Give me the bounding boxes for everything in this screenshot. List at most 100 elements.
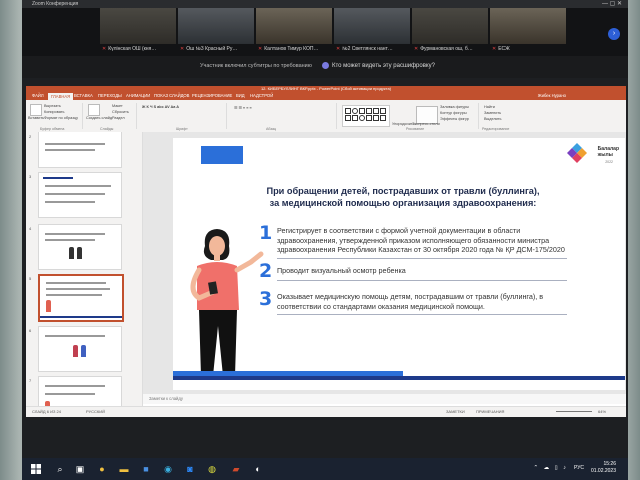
app-icon[interactable]: ◐ — [252, 463, 264, 475]
navy-bottom-bar — [173, 376, 625, 380]
participant-video[interactable] — [334, 8, 410, 44]
mic-muted-icon: ✕ — [492, 46, 497, 52]
zoom-window-title: Zoom Конференция — [32, 1, 79, 7]
divider — [277, 280, 567, 281]
cut-button[interactable]: Вырезать — [44, 104, 61, 108]
participant-name: ✕ Калтанов Тимур КОП… — [258, 46, 319, 52]
ribbon-separator — [82, 103, 83, 129]
group-drawing: Рисование — [406, 127, 425, 131]
shape-effects-button[interactable]: Эффекты фигур — [440, 117, 469, 121]
powerpoint-window: 12. КИБЕРБУЛЛИНГ ВКР.pptx - PowerPoint (… — [26, 86, 626, 417]
shapes-gallery[interactable] — [342, 105, 390, 127]
find-button[interactable]: Найти — [484, 105, 495, 109]
participant-name: ✕ Ош №3 Красный Ру… — [180, 46, 238, 52]
layout-button[interactable]: Макет — [112, 104, 123, 108]
zoom-level[interactable]: 64% — [598, 409, 606, 414]
window-controls[interactable]: — ▢ ✕ — [602, 0, 622, 8]
slide-thumbnail[interactable] — [38, 132, 122, 168]
select-button[interactable]: Выделить — [484, 117, 502, 121]
quick-styles-button[interactable]: Экспресс-стили — [412, 122, 440, 126]
status-bar: СЛАЙД 6 ИЗ 24 РУССКИЙ ЗАМЕТКИ ПРИМЕЧАНИЯ… — [26, 406, 626, 417]
new-slide-icon[interactable] — [88, 104, 100, 116]
blue-accent-rect — [201, 146, 243, 164]
item-number: 1 — [259, 222, 273, 244]
slide-canvas[interactable]: Балалар жылы 2022 При обращении детей, по… — [173, 138, 625, 390]
section-button[interactable]: Раздел — [112, 116, 125, 120]
group-clipboard: Буфер обмена — [40, 127, 65, 131]
tab-review[interactable]: РЕЦЕНЗИРОВАНИЕ — [192, 93, 232, 98]
zoom-titlebar: Zoom Конференция — ▢ ✕ — [22, 0, 628, 8]
font-format-buttons[interactable]: Ж К Ч S abc AV Aa A — [142, 105, 179, 109]
item-text: Оказывает медицинскую помощь детям, пост… — [277, 292, 544, 311]
task-view-icon[interactable]: ▣ — [74, 463, 86, 475]
comments-toggle[interactable]: ПРИМЕЧАНИЯ — [476, 409, 504, 414]
thumb-number: 2 — [29, 134, 32, 139]
taskbar: ⌕ ▣ ● ▬ ■ ◉ ◙ ◍ ▰ ◐ ⌃ ☁ ▯ ♪ РУС 15:26 01… — [22, 458, 628, 480]
tab-insert[interactable]: ВСТАВКА — [74, 93, 93, 98]
tab-slideshow[interactable]: ПОКАЗ СЛАЙДОВ — [154, 93, 189, 98]
file-explorer-icon[interactable]: ▬ — [118, 463, 130, 475]
participant-video[interactable] — [490, 8, 566, 44]
slide-thumbnail[interactable] — [38, 326, 122, 372]
input-language[interactable]: РУС — [574, 465, 584, 471]
shape-outline-button[interactable]: Контур фигуры — [440, 111, 467, 115]
screen: Zoom Конференция — ▢ ✕ ✕ Күлінская ОШ (кн… — [22, 0, 628, 458]
slide-editor[interactable]: Балалар жылы 2022 При обращении детей, по… — [143, 132, 626, 394]
slide-thumbnail[interactable] — [38, 172, 122, 218]
user-name[interactable]: Жибек Нурано — [538, 93, 566, 98]
notes-toggle[interactable]: ЗАМЕТКИ — [446, 409, 465, 414]
ribbon-separator — [226, 103, 227, 129]
replace-button[interactable]: Заменить — [484, 111, 501, 115]
paragraph-buttons[interactable]: ☰ ☰ ≡ ≡ ≡ — [234, 105, 252, 110]
notes-pane[interactable]: Заметки к слайду — [143, 394, 626, 404]
thumb-number: 5 — [29, 276, 32, 281]
subtitle-bar: Участник включил субтитры по требованию … — [22, 56, 628, 78]
tab-file[interactable]: ФАЙЛ — [32, 93, 44, 98]
reset-button[interactable]: Сбросить — [112, 110, 129, 114]
search-icon[interactable]: ⌕ — [54, 463, 66, 475]
edge-icon[interactable]: ◉ — [162, 463, 174, 475]
slide-thumbnail[interactable] — [38, 224, 122, 270]
zoom-slider[interactable] — [556, 411, 592, 412]
thumb-number: 6 — [29, 328, 32, 333]
logo-year: 2022 — [605, 160, 613, 164]
paste-button[interactable]: Вставить — [28, 116, 44, 120]
ribbon: Вставить Вырезать Копировать Формат по о… — [26, 100, 626, 133]
powerpoint-app-icon[interactable]: ▰ — [230, 463, 242, 475]
paste-icon[interactable] — [30, 104, 42, 116]
chrome-app-icon[interactable]: ◍ — [206, 463, 218, 475]
format-painter-button[interactable]: Формат по образцу — [44, 116, 78, 120]
next-participants-button[interactable]: › — [608, 28, 620, 40]
group-paragraph: Абзац — [266, 127, 277, 131]
participant-video[interactable] — [178, 8, 254, 44]
slide-thumbnail[interactable] — [38, 376, 122, 406]
system-tray-icons[interactable]: ⌃ ☁ ▯ ♪ — [534, 465, 568, 471]
slide-title: При обращении детей, пострадавших от тра… — [266, 186, 540, 208]
participant-video[interactable] — [412, 8, 488, 44]
store-icon[interactable]: ■ — [140, 463, 152, 475]
thumb-number: 3 — [29, 174, 32, 179]
participant-name: ✕ ЕСЖ — [492, 46, 510, 52]
windows-icon[interactable] — [30, 463, 42, 475]
mic-muted-icon: ✕ — [414, 46, 419, 52]
copy-button[interactable]: Копировать — [44, 110, 64, 114]
tab-transitions[interactable]: ПЕРЕХОДЫ — [98, 93, 122, 98]
participant-video[interactable] — [100, 8, 176, 44]
transcript-visibility-link[interactable]: Кто может видеть эту расшифровку? — [322, 62, 435, 69]
participant-name: ✕ Күлінская ОШ (кня… — [102, 46, 157, 52]
taskbar-clock[interactable]: 15:26 01.02.2023 — [591, 461, 616, 475]
zoom-app-icon[interactable]: ◙ — [184, 463, 196, 475]
participant-video[interactable] — [256, 8, 332, 44]
tab-addins[interactable]: НАДСТРОЙ — [250, 93, 273, 98]
tab-home[interactable]: ГЛАВНАЯ — [48, 93, 74, 100]
new-slide-button[interactable]: Создать слайд — [86, 116, 112, 120]
tab-view[interactable]: ВИД — [236, 93, 245, 98]
chrome-icon[interactable]: ● — [96, 463, 108, 475]
slide-thumbnail-selected[interactable] — [38, 274, 124, 322]
slide-thumbnails: 2 3 4 5 6 7 — [26, 132, 143, 406]
ribbon-tabs: ФАЙЛ ГЛАВНАЯ ВСТАВКА ПЕРЕХОДЫ АНИМАЦИИ П… — [26, 92, 626, 100]
language-indicator[interactable]: РУССКИЙ — [86, 409, 105, 414]
shape-fill-button[interactable]: Заливка фигуры — [440, 105, 469, 109]
participant-strip: ✕ Күлінская ОШ (кня… ✕ Ош №3 Красный Ру… ✕… — [22, 8, 628, 56]
tab-animations[interactable]: АНИМАЦИИ — [126, 93, 150, 98]
